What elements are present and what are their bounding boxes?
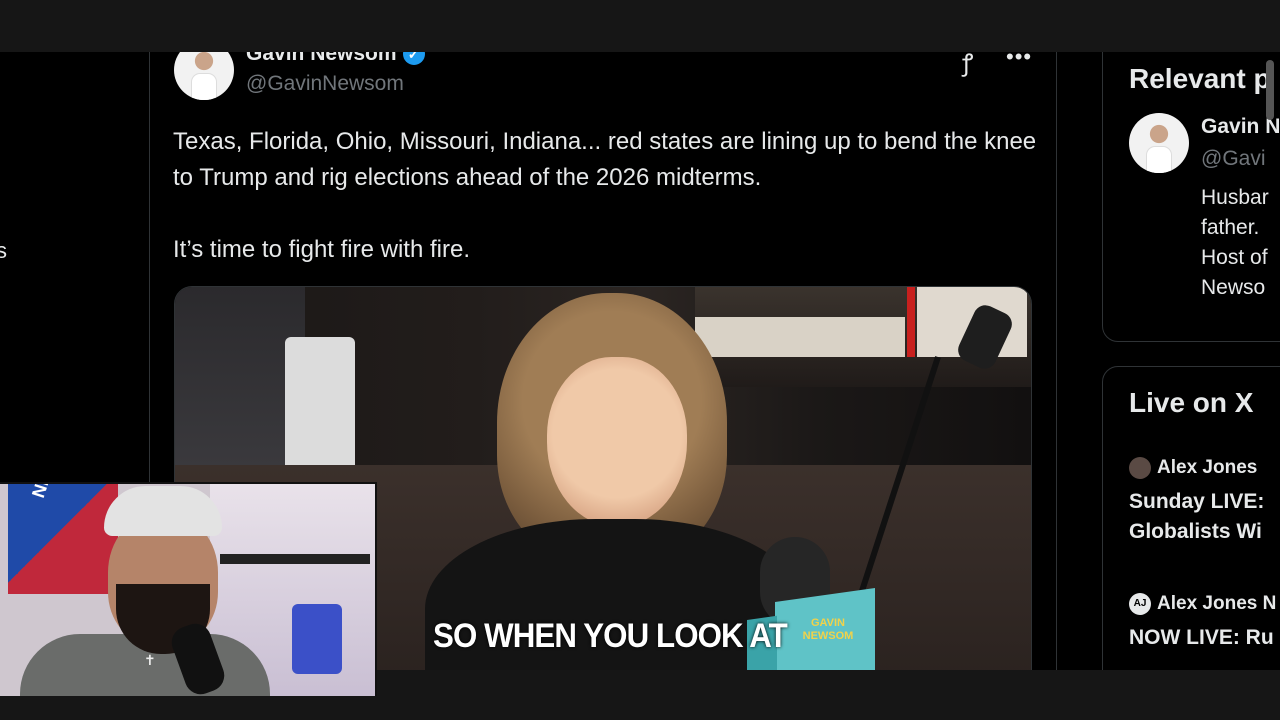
bio-line: Husbar bbox=[1201, 186, 1269, 209]
nav-label-fragment[interactable]: s bbox=[0, 238, 7, 264]
grok-icon[interactable]: ꝭ bbox=[962, 52, 973, 79]
live-host: AJ Alex Jones N bbox=[1129, 593, 1276, 615]
column-divider bbox=[1056, 52, 1057, 670]
video-caption: SO WHEN YOU LOOK AT bbox=[433, 617, 788, 655]
scrollbar[interactable] bbox=[1266, 60, 1274, 120]
tweet-paragraph: Texas, Florida, Ohio, Missouri, Indiana.… bbox=[173, 128, 1037, 191]
author-handle[interactable]: @GavinNewsom bbox=[246, 72, 404, 96]
webcam-person-cap bbox=[104, 486, 222, 536]
bio-line: father. bbox=[1201, 216, 1260, 239]
host-avatar bbox=[1129, 457, 1151, 479]
live-title: Sunday LIVE: Globalists Wi bbox=[1129, 487, 1264, 547]
webcam-flag-text: NEW YORK RANGERS bbox=[28, 484, 108, 500]
host-name: Alex Jones bbox=[1157, 457, 1258, 478]
webcam-mic-arm bbox=[220, 554, 370, 564]
bio-line: Newso bbox=[1201, 276, 1266, 299]
live-title-line: NOW LIVE: Ru bbox=[1129, 626, 1274, 649]
video-cube-text: GAVIN NEWSOM bbox=[802, 617, 854, 642]
live-item[interactable]: AJ Alex Jones N NOW LIVE: Ru bbox=[1129, 593, 1276, 653]
relevant-people-card: Relevant p Gavin N @Gavi Husbar father. … bbox=[1102, 52, 1280, 342]
video-speaker-face bbox=[547, 357, 687, 527]
cross-necklace-icon: ✝ bbox=[144, 652, 156, 668]
live-title: NOW LIVE: Ru bbox=[1129, 623, 1276, 653]
live-title-line: Sunday LIVE: bbox=[1129, 490, 1265, 513]
live-on-x-title: Live on X bbox=[1129, 387, 1254, 418]
relevant-person-bio: Husbar father. Host of Newso bbox=[1201, 183, 1269, 303]
more-options-icon[interactable]: ••• bbox=[1006, 52, 1032, 70]
verified-badge-icon: ✓ bbox=[402, 52, 425, 66]
live-host: Alex Jones bbox=[1129, 457, 1264, 479]
relevant-people-title: Relevant p bbox=[1129, 63, 1271, 94]
live-title-line: Globalists Wi bbox=[1129, 520, 1262, 543]
video-white-object bbox=[285, 337, 355, 477]
relevant-person-avatar[interactable] bbox=[1129, 113, 1189, 173]
webcam-overlay: NEW YORK RANGERS ✝ bbox=[0, 482, 377, 696]
author-name[interactable]: Gavin Newsom ✓ bbox=[246, 52, 425, 66]
relevant-person-handle[interactable]: @Gavi bbox=[1201, 147, 1266, 171]
bio-line: Host of bbox=[1201, 246, 1268, 269]
webcam-flag: NEW YORK RANGERS bbox=[8, 484, 118, 594]
webcam-chair bbox=[292, 604, 342, 674]
host-name: Alex Jones N bbox=[1157, 593, 1277, 614]
host-avatar: AJ bbox=[1129, 593, 1151, 615]
live-on-x-card: Live on X Alex Jones Sunday LIVE: Global… bbox=[1102, 366, 1280, 670]
author-avatar[interactable] bbox=[174, 52, 234, 100]
tweet-paragraph: It’s time to fight fire with fire. bbox=[173, 236, 470, 263]
live-item[interactable]: Alex Jones Sunday LIVE: Globalists Wi bbox=[1129, 457, 1264, 547]
right-sidebar: Relevant p Gavin N @Gavi Husbar father. … bbox=[1102, 52, 1280, 670]
author-name-text: Gavin Newsom bbox=[246, 52, 397, 65]
tweet-text: Texas, Florida, Ohio, Missouri, Indiana.… bbox=[173, 124, 1043, 268]
